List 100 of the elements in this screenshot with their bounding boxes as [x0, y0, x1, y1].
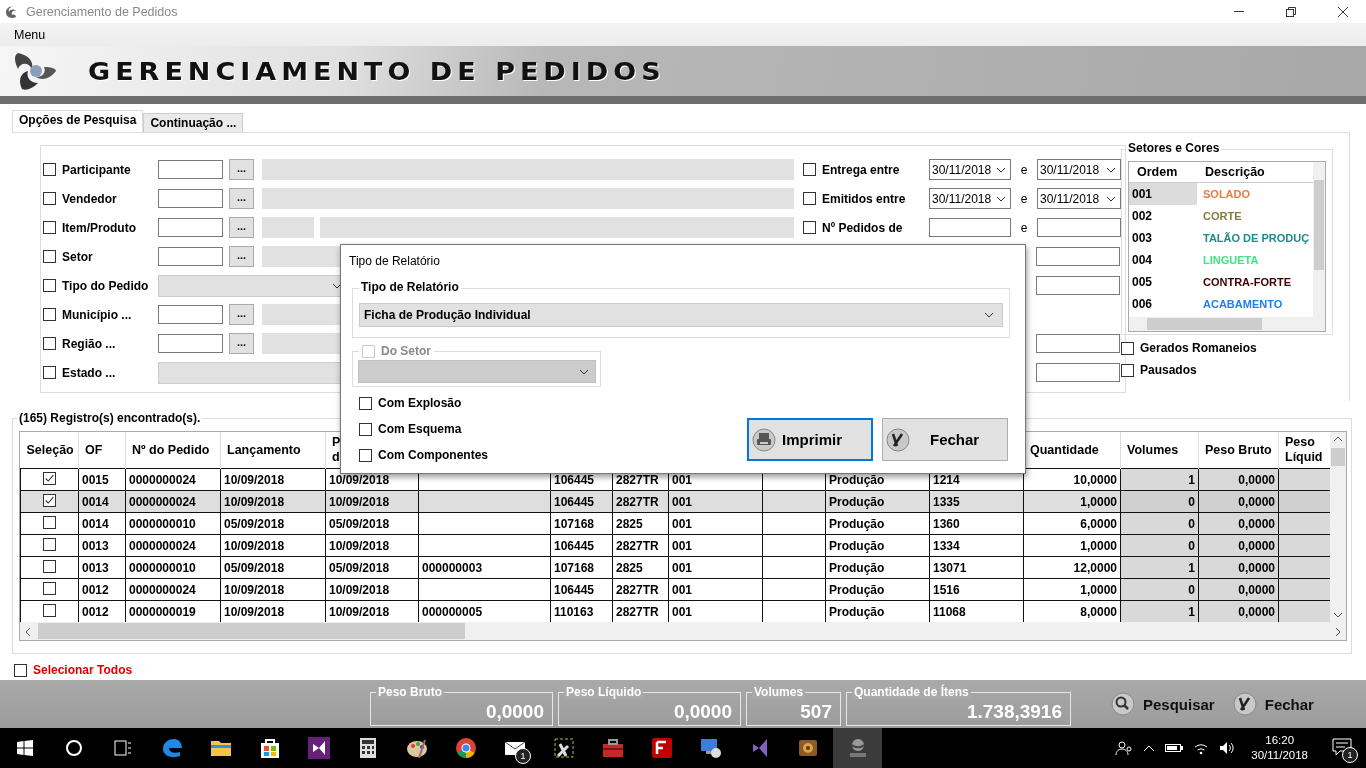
- lookup-button[interactable]: ...: [229, 217, 254, 238]
- print-button[interactable]: Imprimir: [747, 418, 873, 461]
- checkbox[interactable]: [1121, 341, 1134, 355]
- checkbox[interactable]: [43, 603, 56, 617]
- input-field[interactable]: [158, 305, 223, 324]
- task-view-icon[interactable]: [113, 740, 132, 756]
- table-cell: 10/09/2018: [325, 534, 419, 557]
- taskbar-button[interactable]: 1: [490, 728, 539, 768]
- tab[interactable]: Continuação ...: [143, 113, 244, 132]
- chrome-icon: [453, 736, 478, 760]
- input-field[interactable]: [158, 334, 223, 353]
- table-cell[interactable]: 004: [1129, 249, 1197, 271]
- battery-icon[interactable]: [1165, 743, 1184, 753]
- table-cell: 05/09/2018: [325, 512, 419, 535]
- column-header[interactable]: Seleção: [20, 432, 79, 469]
- checkbox[interactable]: [43, 337, 56, 350]
- arrow-up-icon[interactable]: [1333, 436, 1343, 442]
- search-icon[interactable]: [64, 739, 83, 757]
- checkbox[interactable]: [803, 192, 816, 205]
- checkbox[interactable]: [43, 308, 56, 321]
- input-field[interactable]: [1036, 247, 1120, 266]
- field-label: Volumes: [752, 684, 806, 699]
- date-picker[interactable]: 30/11/2018: [1037, 159, 1121, 180]
- lookup-button[interactable]: ...: [229, 159, 254, 180]
- checkbox[interactable]: [43, 250, 56, 263]
- lookup-button[interactable]: ...: [229, 188, 254, 209]
- checkbox[interactable]: [43, 559, 56, 573]
- checkbox[interactable]: [359, 396, 372, 410]
- input-field[interactable]: [1036, 276, 1120, 295]
- checkbox[interactable]: [43, 366, 56, 379]
- checkbox[interactable]: [43, 494, 56, 507]
- input-field[interactable]: [1037, 218, 1121, 237]
- table-cell[interactable]: 001: [1129, 183, 1197, 205]
- checkbox[interactable]: [1121, 363, 1134, 377]
- checkbox[interactable]: [43, 221, 56, 234]
- date-picker[interactable]: 30/11/2018: [1037, 188, 1121, 209]
- input-field[interactable]: [158, 247, 223, 266]
- vertical-scrollbar[interactable]: [1330, 432, 1346, 622]
- input-field[interactable]: [1036, 363, 1120, 382]
- dropdown[interactable]: Ficha de Produção Individual: [359, 303, 1003, 327]
- close-icon[interactable]: [1338, 6, 1348, 17]
- horizontal-scrollbar[interactable]: [1129, 317, 1325, 331]
- column-header[interactable]: Nº do Pedido: [125, 432, 221, 469]
- checkbox[interactable]: [14, 663, 27, 677]
- table-cell: 2825: [612, 556, 669, 579]
- arrow-right-icon[interactable]: [1335, 627, 1341, 637]
- vertical-scrollbar[interactable]: [1313, 162, 1325, 317]
- people-icon[interactable]: [1115, 740, 1134, 756]
- restore-icon[interactable]: [1286, 6, 1296, 17]
- date-picker[interactable]: 30/11/2018: [929, 159, 1011, 180]
- checkbox[interactable]: [43, 515, 56, 529]
- lookup-button[interactable]: ...: [229, 333, 254, 354]
- separator-label: e: [1019, 220, 1029, 235]
- windows-start-icon[interactable]: [16, 740, 33, 756]
- input-field[interactable]: [929, 218, 1011, 237]
- horizontal-scrollbar[interactable]: [20, 622, 1330, 640]
- checkbox[interactable]: [803, 221, 816, 234]
- scroll-thumb[interactable]: [1331, 448, 1345, 466]
- date-picker[interactable]: 30/11/2018: [929, 188, 1011, 209]
- table-cell[interactable]: 005: [1129, 271, 1197, 293]
- checkbox[interactable]: [803, 163, 816, 176]
- table-cell: 1,0000: [1023, 534, 1121, 557]
- input-field[interactable]: [158, 218, 223, 237]
- arrow-down-icon[interactable]: [1333, 612, 1343, 618]
- wifi-icon[interactable]: [1193, 741, 1210, 755]
- close-button[interactable]: Fechar: [1232, 692, 1314, 716]
- input-field[interactable]: [158, 160, 223, 179]
- checkbox[interactable]: [43, 163, 56, 176]
- lookup-button[interactable]: ...: [229, 246, 254, 267]
- checkbox[interactable]: [359, 448, 372, 462]
- scroll-thumb[interactable]: [38, 623, 465, 639]
- menu-item[interactable]: Menu: [14, 27, 46, 42]
- clock-time[interactable]: 16:20: [1251, 733, 1308, 748]
- column-header[interactable]: Lançamento: [220, 432, 326, 469]
- chevron-up-icon[interactable]: [1143, 744, 1156, 752]
- printer-icon: [752, 427, 776, 452]
- tab[interactable]: Opções de Pesquisa: [12, 110, 144, 132]
- arrow-left-icon[interactable]: [25, 627, 31, 637]
- checkbox[interactable]: [43, 279, 56, 292]
- checkbox[interactable]: [43, 192, 56, 205]
- table-cell: 1,0000: [1023, 578, 1121, 601]
- table-cell: 0000000024: [125, 468, 221, 491]
- input-field[interactable]: [1036, 334, 1120, 353]
- search-button[interactable]: Pesquisar: [1111, 692, 1215, 716]
- checkbox[interactable]: [43, 537, 56, 551]
- close-button[interactable]: Fechar: [882, 418, 1008, 461]
- clock-date[interactable]: 30/11/2018: [1251, 748, 1308, 763]
- tools-icon: [551, 736, 576, 760]
- volume-icon[interactable]: [1219, 741, 1236, 755]
- table-cell[interactable]: 002: [1129, 205, 1197, 227]
- lookup-button[interactable]: ...: [229, 304, 254, 325]
- column-header[interactable]: OF: [78, 432, 126, 469]
- table-cell[interactable]: 006: [1129, 293, 1197, 315]
- checkbox[interactable]: [359, 422, 372, 436]
- table-cell[interactable]: 003: [1129, 227, 1197, 249]
- notification-icon[interactable]: [1332, 737, 1352, 756]
- checkbox[interactable]: [43, 581, 56, 595]
- input-field[interactable]: [158, 189, 223, 208]
- checkbox[interactable]: [43, 472, 56, 485]
- table-cell: Produção: [825, 556, 930, 579]
